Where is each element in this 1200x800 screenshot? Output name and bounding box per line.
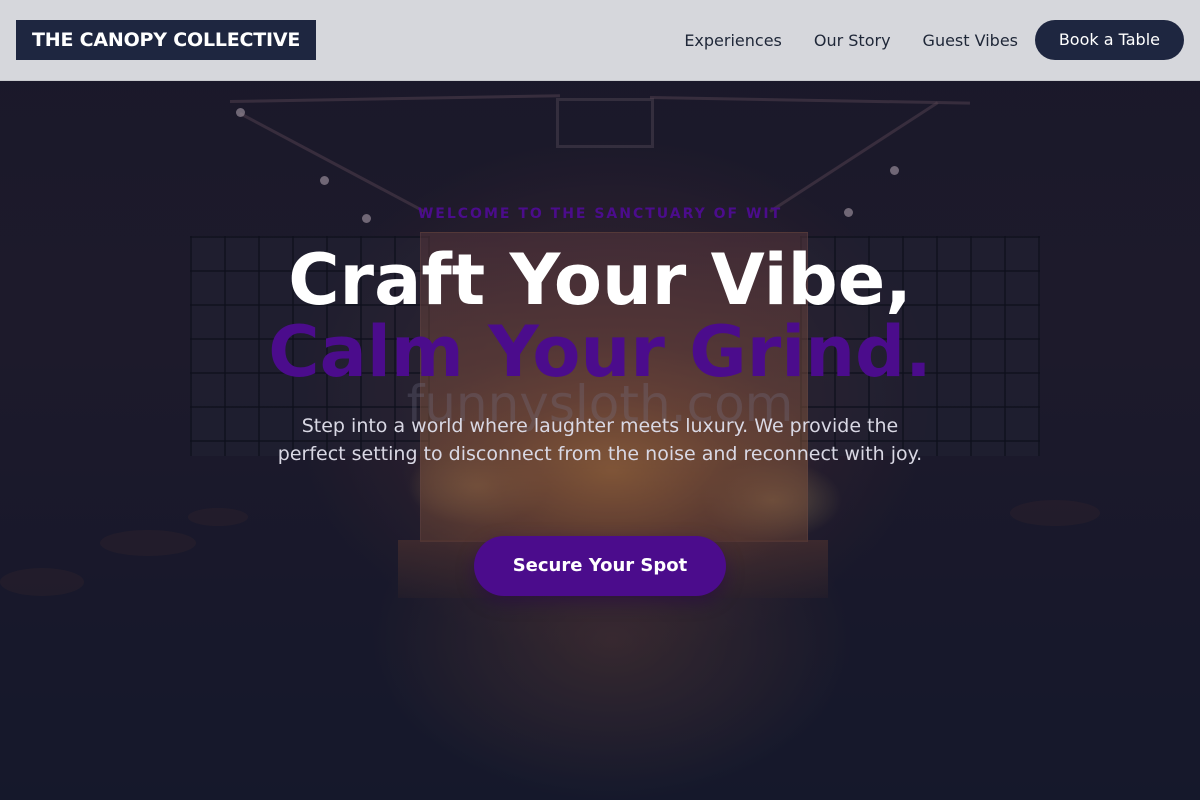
secure-spot-button[interactable]: Secure Your Spot: [474, 536, 726, 596]
hero-subtext: Step into a world where laughter meets l…: [277, 415, 923, 465]
landing-page: THE CANOPY COLLECTIVE Experiences Our St…: [0, 0, 1200, 800]
nav-link-our-story[interactable]: Our Story: [814, 31, 891, 50]
hero-eyebrow: WELCOME TO THE SANCTUARY OF WIT: [417, 206, 783, 222]
main-nav: Experiences Our Story Guest Vibes: [684, 0, 1018, 80]
hero-section: WELCOME TO THE SANCTUARY OF WIT funnyslo…: [0, 0, 1200, 800]
nav-link-guest-vibes[interactable]: Guest Vibes: [923, 31, 1018, 50]
nav-link-experiences[interactable]: Experiences: [684, 31, 782, 50]
site-logo[interactable]: THE CANOPY COLLECTIVE: [16, 20, 317, 60]
hero-headline-line2: Calm Your Grind.: [268, 311, 932, 393]
top-navbar: THE CANOPY COLLECTIVE Experiences Our St…: [0, 0, 1200, 81]
book-table-button[interactable]: Book a Table: [1034, 20, 1184, 60]
hero-headline-line1: Craft Your Vibe,: [288, 239, 912, 321]
